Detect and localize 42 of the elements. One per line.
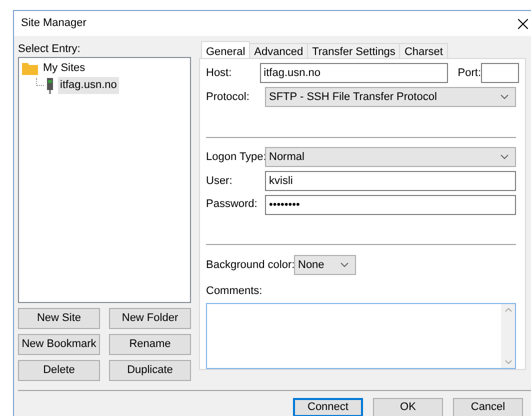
- chevron-down-icon: [500, 94, 509, 100]
- site-button[interactable]: New Folder: [109, 308, 191, 329]
- tree-item[interactable]: itfag.usn.no: [58, 77, 119, 94]
- dialog-button[interactable]: Cancel: [453, 398, 523, 416]
- field-label: User:: [206, 174, 234, 189]
- field-label: Protocol:: [206, 90, 250, 105]
- chevron-down-icon: [500, 154, 509, 160]
- password-input[interactable]: ••••••••: [265, 194, 516, 215]
- select-entry-label: Select Entry:: [18, 42, 82, 56]
- background-color-dropdown[interactable]: None: [294, 255, 356, 276]
- field-label: Host:: [206, 66, 233, 82]
- field-label: Port:: [458, 66, 481, 82]
- comments-label: Comments:: [206, 284, 264, 298]
- tab[interactable]: General: [201, 41, 250, 58]
- port-input[interactable]: [481, 63, 519, 84]
- site-button[interactable]: Delete: [18, 360, 100, 381]
- dialog-button[interactable]: OK: [373, 398, 443, 416]
- field-label: Background color:: [206, 258, 294, 273]
- scroll-down-icon[interactable]: [504, 360, 512, 364]
- site-button[interactable]: New Site: [18, 308, 100, 329]
- comments-textarea[interactable]: [206, 303, 516, 369]
- chevron-down-icon: [340, 262, 349, 268]
- tree-item[interactable]: My Sites: [41, 60, 88, 77]
- dialog-button[interactable]: Connect: [293, 398, 363, 416]
- site-button[interactable]: Rename: [109, 334, 191, 355]
- logon-type-dropdown[interactable]: Normal: [265, 147, 516, 168]
- field-label: Logon Type:: [206, 150, 265, 166]
- scrollbar[interactable]: [501, 304, 515, 368]
- window-title: Site Manager: [21, 16, 86, 32]
- close-icon[interactable]: [518, 18, 528, 28]
- protocol-dropdown[interactable]: SFTP - SSH File Transfer Protocol: [265, 86, 516, 107]
- scroll-up-icon[interactable]: [504, 308, 512, 312]
- field-label: Password:: [206, 197, 258, 212]
- site-button[interactable]: Duplicate: [109, 360, 191, 381]
- tab[interactable]: Transfer Settings: [307, 43, 400, 58]
- tab[interactable]: Advanced: [249, 43, 308, 58]
- site-button[interactable]: New Bookmark: [18, 334, 100, 355]
- user-input[interactable]: kvisli: [265, 170, 516, 191]
- folder-icon: [22, 62, 38, 75]
- host-input[interactable]: itfag.usn.no: [260, 63, 448, 84]
- tab[interactable]: Charset: [399, 43, 448, 58]
- server-icon: [46, 78, 54, 94]
